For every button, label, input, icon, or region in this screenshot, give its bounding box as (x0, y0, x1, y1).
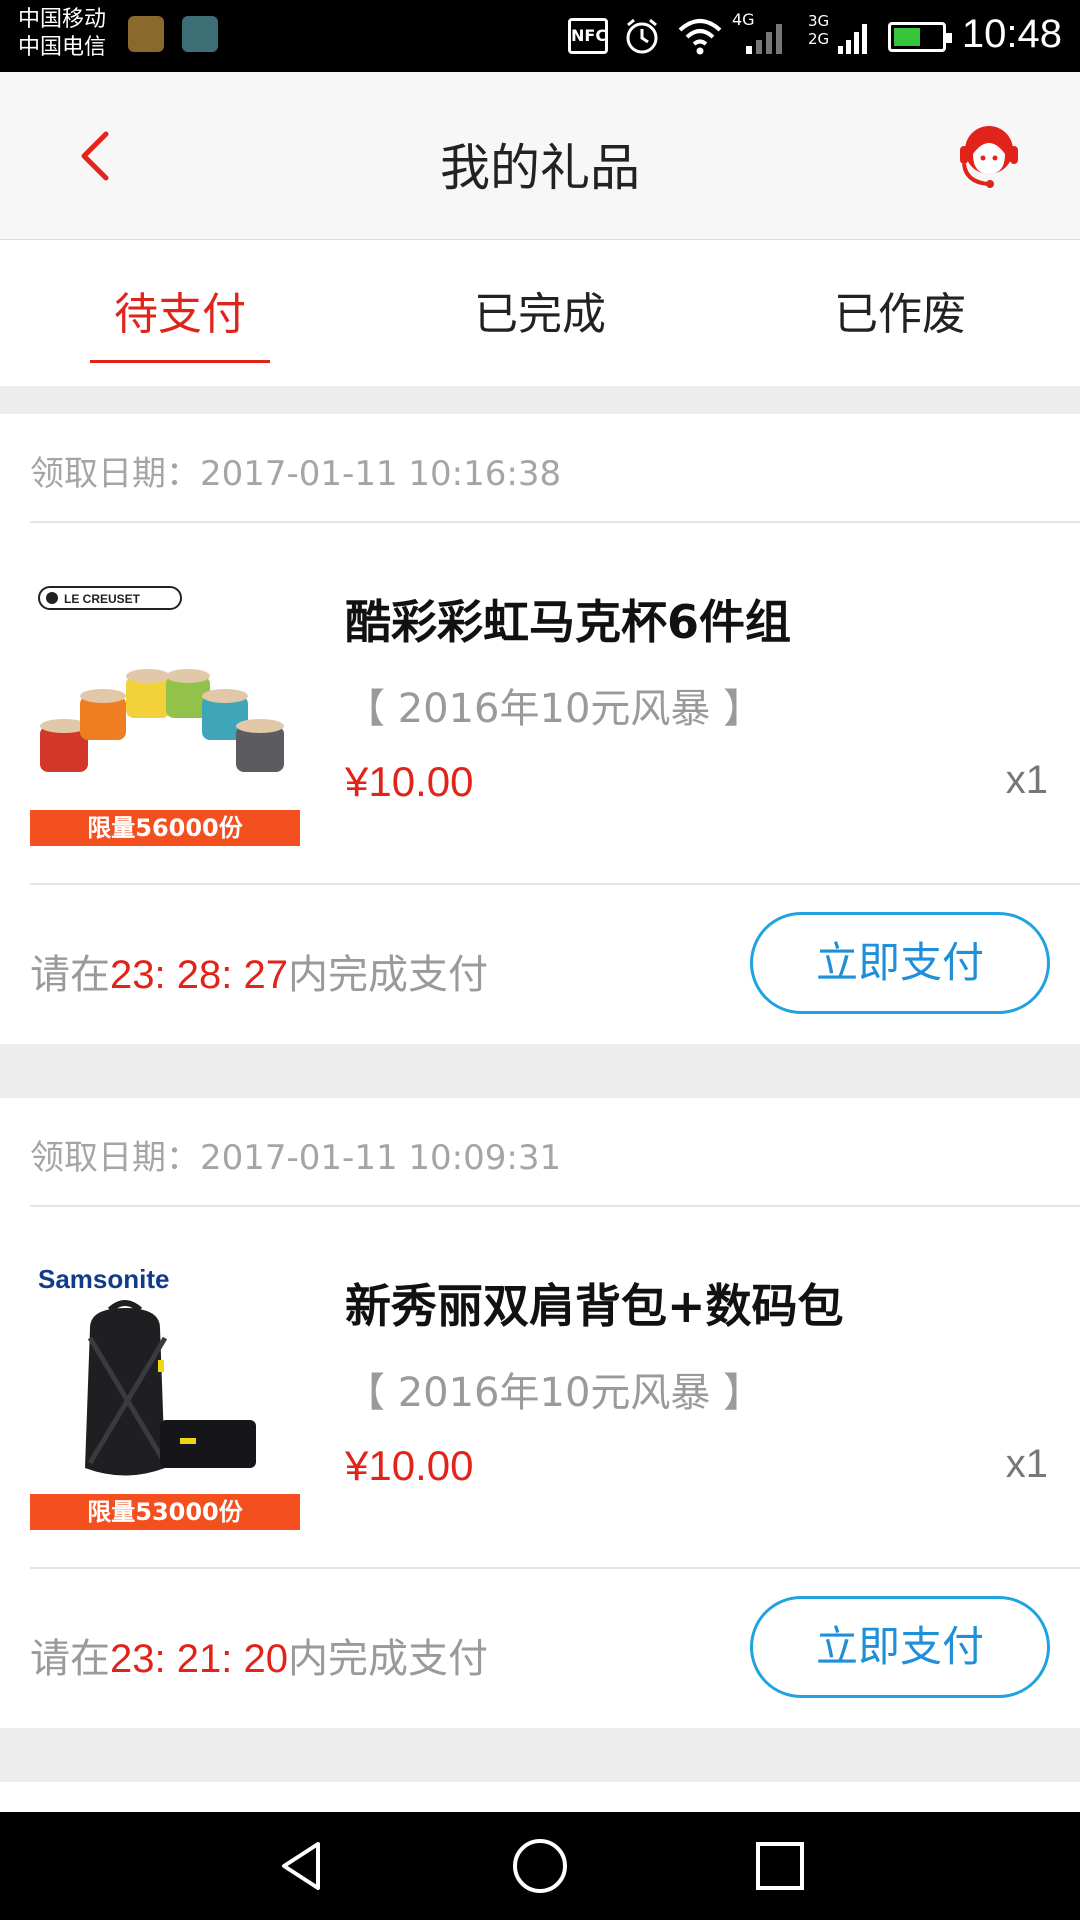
product-image[interactable]: Samsonite 限量53000份 (30, 1260, 300, 1530)
tab-pending-payment[interactable]: 待支付 (0, 240, 360, 386)
carrier-2: 中国电信 (18, 35, 107, 60)
product-name[interactable]: 酷彩彩虹马克杯6件组 (345, 586, 791, 652)
limit-badge: 限量53000份 (30, 1494, 300, 1530)
carrier-names: 中国移动 中国电信 (18, 6, 106, 62)
product-price: ¥10.00 (345, 1442, 474, 1489)
system-nav-bar (0, 1812, 1080, 1920)
signal-strength-icon-2 (838, 24, 867, 54)
status-bar: 中国移动 中国电信 NFC 4G 3G 2G 10:48 (0, 0, 1080, 72)
battery-icon (888, 22, 952, 52)
pay-now-button[interactable]: 立即支付 (750, 1596, 1050, 1698)
product-price: ¥10.00 (345, 758, 474, 805)
wifi-icon (678, 19, 722, 55)
payment-countdown: 请在23: 28: 27内完成支付 (30, 952, 488, 998)
backpack-illustration (85, 1300, 256, 1476)
health-app-icon (128, 16, 164, 52)
tab-voided[interactable]: 已作废 (720, 240, 1080, 386)
svg-text:LE CREUSET: LE CREUSET (64, 592, 141, 606)
product-name[interactable]: 新秀丽双肩背包+数码包 (345, 1270, 844, 1336)
payment-countdown: 请在23: 21: 20内完成支付 (30, 1636, 488, 1682)
network-3g-2g-label: 3G 2G (808, 12, 830, 48)
brand-logo: Samsonite (38, 1264, 170, 1294)
mug-set-illustration (40, 669, 284, 772)
brand-logo: LE CREUSET (38, 586, 182, 610)
claim-date: 领取日期：2017-01-11 10:16:38 (30, 454, 562, 494)
gallery-app-icon (182, 16, 218, 52)
signal-strength-icon (746, 24, 782, 54)
circle-home-icon[interactable] (510, 1836, 570, 1896)
customer-service-icon[interactable] (954, 116, 1024, 192)
divider (30, 521, 1080, 523)
claim-date: 领取日期：2017-01-11 10:09:31 (30, 1138, 562, 1178)
order-card: 领取日期：2017-01-11 10:09:31 Samsonite 限量530… (0, 1098, 1080, 1728)
tab-bar: 待支付 已完成 已作废 (0, 240, 1080, 386)
clock: 10:48 (961, 12, 1062, 56)
promo-label: 【 2016年10元风暴 】 (345, 686, 764, 732)
divider (30, 1205, 1080, 1207)
carrier-1: 中国移动 (18, 7, 107, 32)
divider (30, 1567, 1080, 1569)
product-quantity: x1 (1005, 758, 1048, 802)
next-order-card-peek (0, 1782, 1080, 1812)
nfc-icon: NFC (568, 18, 608, 54)
product-quantity: x1 (1005, 1442, 1048, 1486)
divider (30, 883, 1080, 885)
square-recent-icon[interactable] (750, 1836, 810, 1896)
page-title: 我的礼品 (440, 139, 640, 197)
pay-now-button[interactable]: 立即支付 (750, 912, 1050, 1014)
tab-completed[interactable]: 已完成 (360, 240, 720, 386)
app-header: 我的礼品 (0, 72, 1080, 240)
limit-badge: 限量56000份 (30, 810, 300, 846)
product-image[interactable]: LE CREUSET 限量56000份 (30, 576, 300, 846)
promo-label: 【 2016年10元风暴 】 (345, 1370, 764, 1416)
order-card: 领取日期：2017-01-11 10:16:38 LE CREUSET 限量56… (0, 414, 1080, 1044)
alarm-icon (626, 18, 658, 54)
triangle-back-icon[interactable] (272, 1836, 332, 1896)
active-tab-indicator (90, 360, 270, 363)
